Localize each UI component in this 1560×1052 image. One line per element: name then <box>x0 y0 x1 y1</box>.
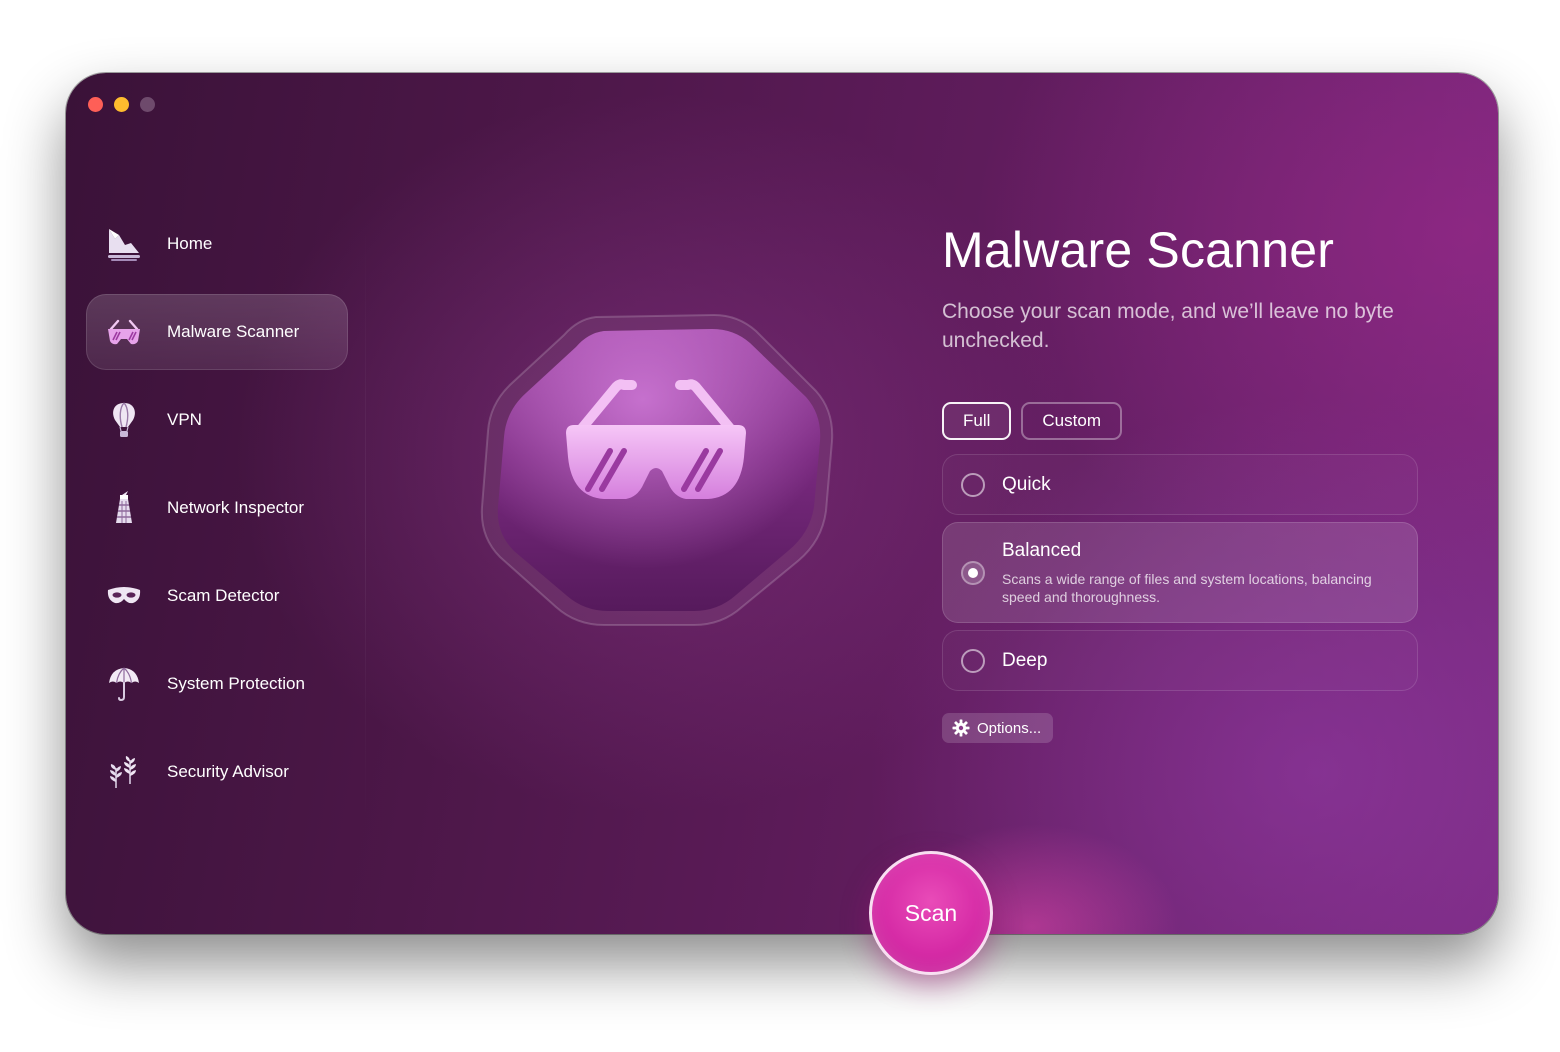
sidebar-item-scam-detector[interactable]: Scam Detector <box>86 558 348 634</box>
page-title: Malware Scanner <box>942 222 1335 278</box>
scan-option-text: Balanced Scans a wide range of files and… <box>1002 540 1412 606</box>
sidebar-divider <box>365 223 366 823</box>
sidebar-item-label: System Protection <box>167 674 305 693</box>
sidebar-item-label: Scam Detector <box>167 586 280 605</box>
mask-icon <box>104 576 144 616</box>
scan-option-label: Balanced <box>1002 539 1082 561</box>
scan-button-label: Scan <box>904 899 958 926</box>
sidebar-item-home[interactable]: Home <box>86 206 348 282</box>
main-content: Malware Scanner Choose your scan mode, a… <box>942 221 1422 355</box>
scan-option-deep[interactable]: Deep <box>942 630 1418 691</box>
sunglasses-icon <box>104 312 144 352</box>
radio-dot <box>968 567 978 578</box>
scan-option-description: Scans a wide range of files and system l… <box>1002 570 1372 605</box>
app-window: Home Malware Scanner VPN Network Inspect… <box>66 73 1498 934</box>
sidebar-item-label: Malware Scanner <box>167 322 300 341</box>
sidebar-item-system-protection[interactable]: System Protection <box>86 646 348 722</box>
leaves-icon <box>104 752 144 792</box>
radio-button[interactable] <box>961 472 985 497</box>
scan-option-label: Quick <box>1002 473 1051 495</box>
hot-air-balloon-icon <box>104 400 144 440</box>
scan-option-text: Deep <box>1002 650 1047 672</box>
lighthouse-icon <box>104 488 144 528</box>
options-button[interactable]: Options... <box>942 713 1054 743</box>
scan-mode-tabs: Full Custom <box>942 402 1122 440</box>
home-icon <box>104 224 144 264</box>
close-window-button[interactable] <box>88 97 103 112</box>
window-controls <box>88 97 155 112</box>
scan-option-balanced[interactable]: Balanced Scans a wide range of files and… <box>942 522 1418 623</box>
minimize-window-button[interactable] <box>114 97 129 112</box>
page-subtitle: Choose your scan mode, and we’ll leave n… <box>942 300 1394 352</box>
scan-button[interactable]: Scan <box>869 851 993 975</box>
tab-full[interactable]: Full <box>942 402 1012 440</box>
sidebar-item-label: Home <box>167 234 213 253</box>
sidebar-item-label: Security Advisor <box>167 762 289 781</box>
malware-scanner-illustration <box>476 311 836 631</box>
scan-option-text: Quick <box>1002 474 1051 496</box>
sidebar-item-security-advisor[interactable]: Security Advisor <box>86 734 348 810</box>
scan-option-label: Deep <box>1002 649 1048 671</box>
sunglasses-icon <box>480 313 834 626</box>
scan-option-quick[interactable]: Quick <box>942 454 1418 515</box>
sidebar: Home Malware Scanner VPN Network Inspect… <box>86 206 348 822</box>
umbrella-icon <box>104 664 144 704</box>
zoom-window-button[interactable] <box>140 97 155 112</box>
sidebar-item-malware-scanner[interactable]: Malware Scanner <box>86 294 348 370</box>
sidebar-item-label: VPN <box>167 410 202 429</box>
options-button-label: Options... <box>977 719 1042 737</box>
gear-icon <box>952 719 970 737</box>
radio-button-checked[interactable] <box>961 560 985 585</box>
sidebar-item-vpn[interactable]: VPN <box>86 382 348 458</box>
sidebar-item-label: Network Inspector <box>167 498 304 517</box>
sidebar-item-network-inspector[interactable]: Network Inspector <box>86 470 348 546</box>
radio-button[interactable] <box>961 648 985 673</box>
tab-custom[interactable]: Custom <box>1021 402 1122 440</box>
